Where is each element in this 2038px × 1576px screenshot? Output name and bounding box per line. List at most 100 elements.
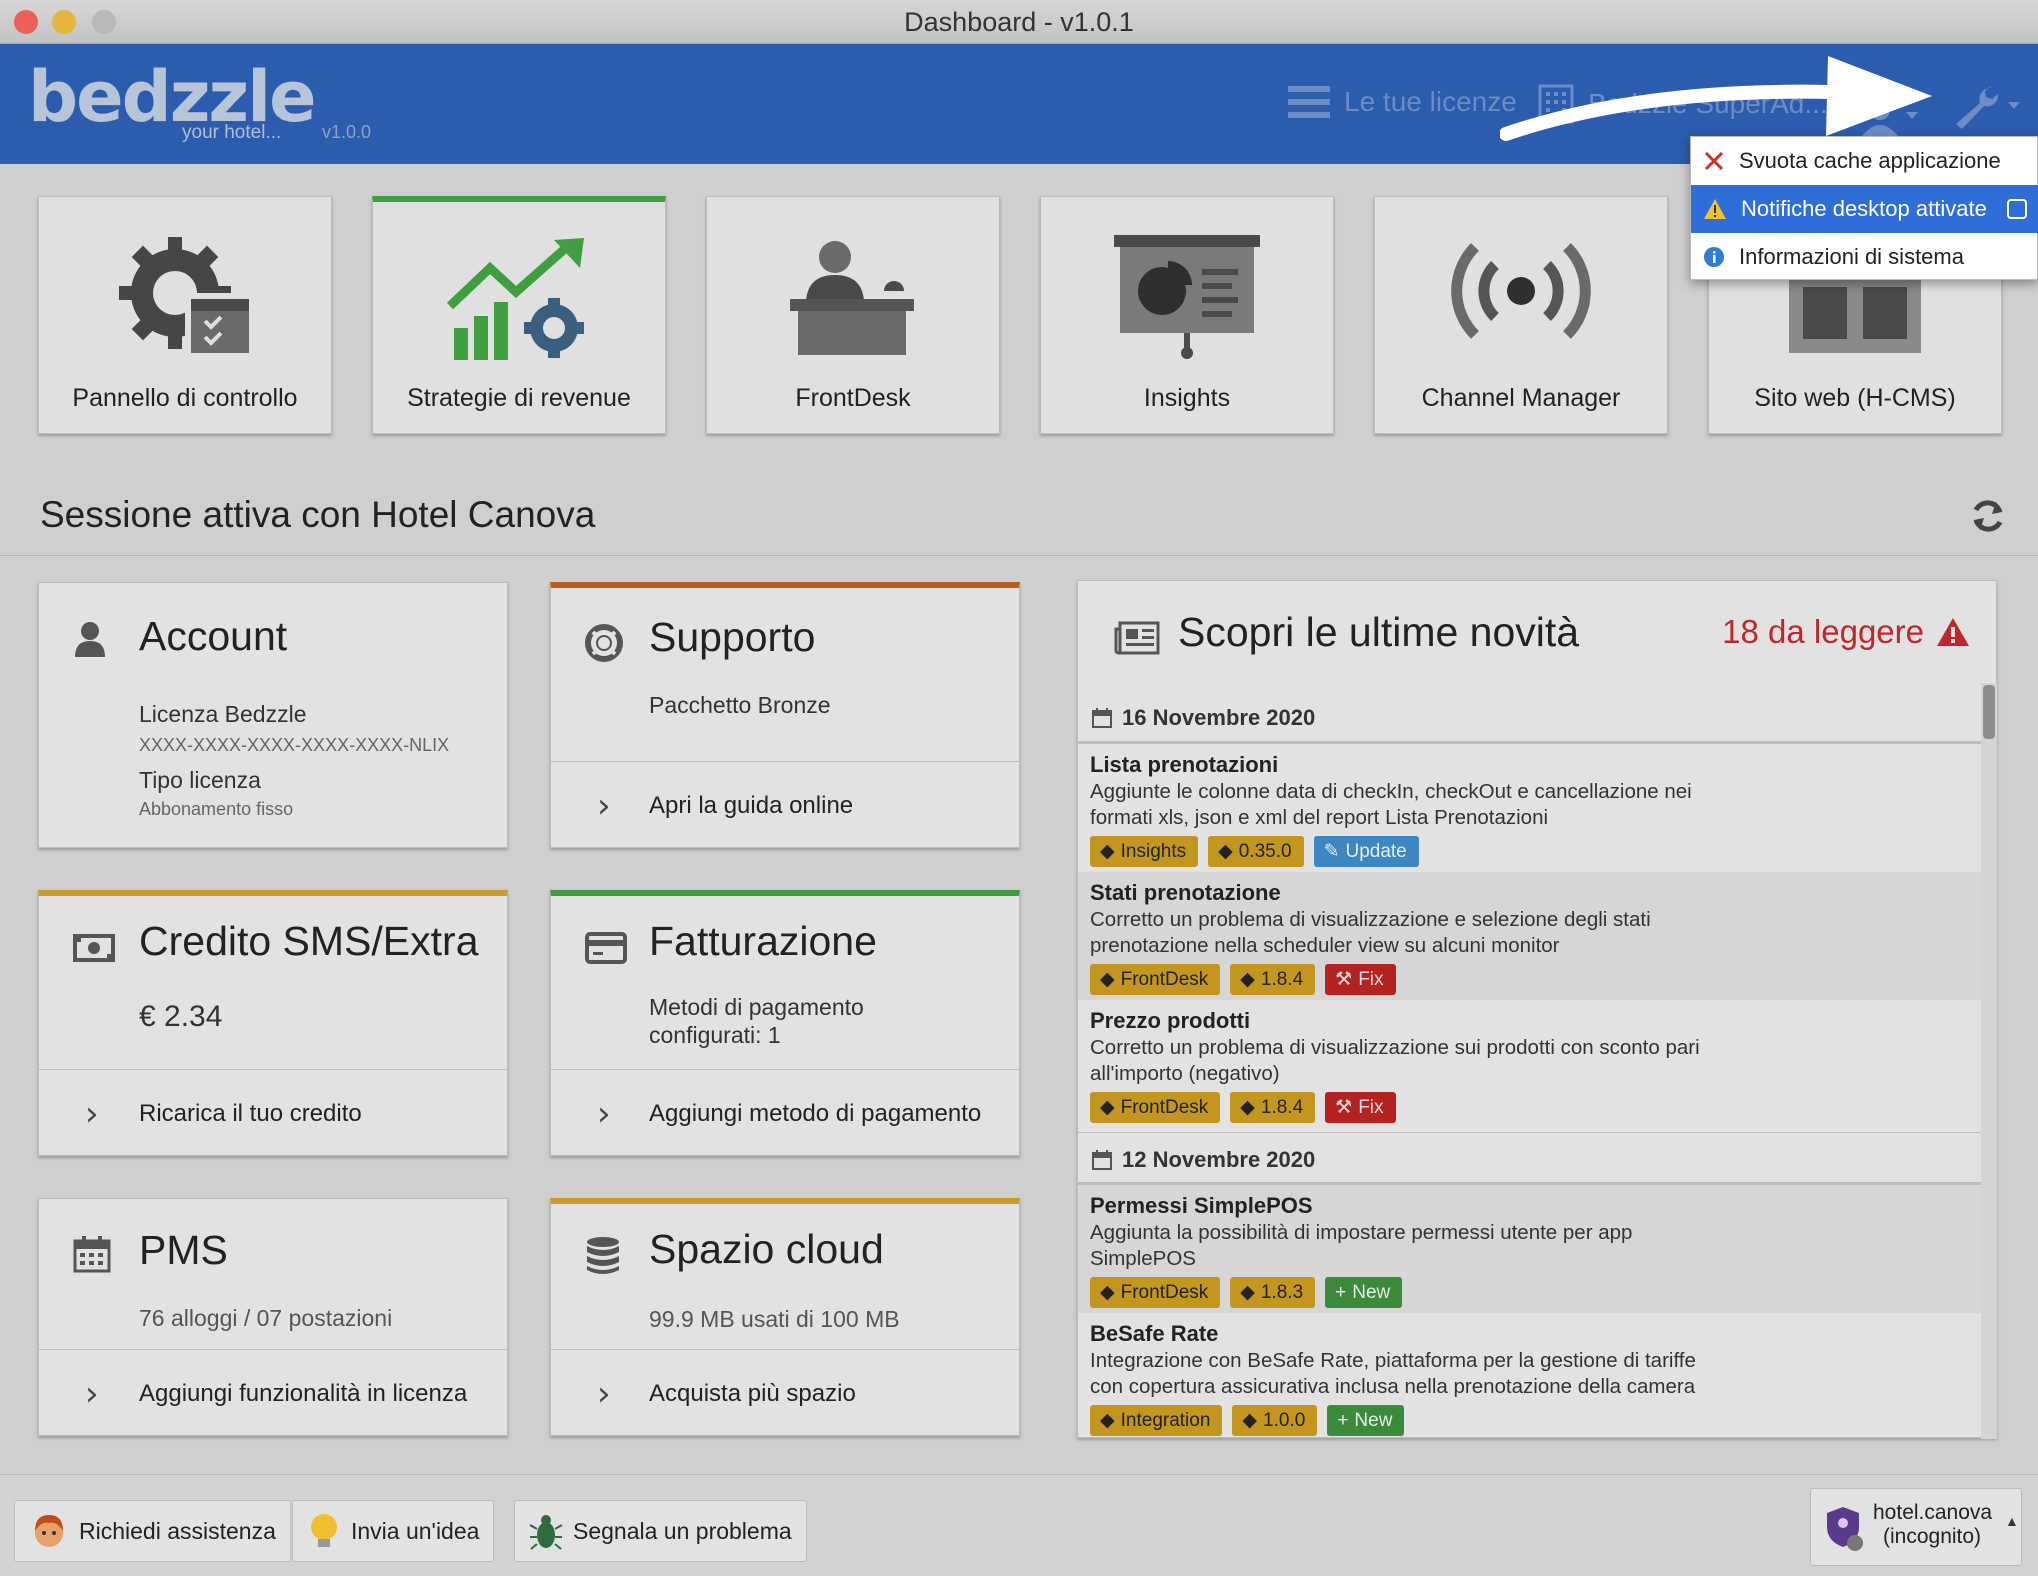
- news-scrollbar-thumb[interactable]: [1983, 685, 1995, 739]
- news-item[interactable]: Permessi SimplePOS Aggiunta la possibili…: [1078, 1185, 1981, 1313]
- user-session-button[interactable]: hotel.canova (incognito) ▲: [1810, 1488, 2022, 1566]
- news-scrollbar[interactable]: [1981, 683, 1997, 1439]
- news-item[interactable]: BeSafe Rate Integrazione con BeSafe Rate…: [1078, 1313, 1981, 1437]
- unread-counter: 18 da leggere: [1722, 613, 1970, 651]
- app-tile-label: Pannello di controllo: [72, 384, 298, 412]
- maximize-window-button[interactable]: [92, 10, 116, 34]
- plus-icon: +: [1337, 1410, 1349, 1431]
- user-icon: [73, 621, 107, 657]
- tag-icon: ◆: [1218, 841, 1233, 862]
- chevron-right-icon: ›: [597, 786, 611, 826]
- buy-more-space-link[interactable]: › Acquista più spazio: [551, 1349, 1019, 1435]
- send-idea-button[interactable]: Invia un'idea: [292, 1500, 495, 1562]
- recharge-credit-link[interactable]: › Ricarica il tuo credito: [39, 1069, 507, 1155]
- wrench-icon: ⚒: [1335, 1097, 1353, 1118]
- user-mode: (incognito): [1883, 1525, 1982, 1548]
- report-problem-button[interactable]: Segnala un problema: [514, 1500, 807, 1562]
- news-tag-version[interactable]: ◆ 1.8.4: [1230, 964, 1316, 995]
- wrench-icon[interactable]: [1950, 84, 2026, 130]
- support-package: Pacchetto Bronze: [649, 692, 831, 718]
- news-tag-version[interactable]: ◆ 1.0.0: [1232, 1405, 1318, 1436]
- chevron-right-icon: ›: [85, 1094, 99, 1134]
- annotation-arrow-icon: [1500, 52, 1940, 142]
- app-tile-pannello[interactable]: Pannello di controllo: [38, 196, 332, 434]
- news-tag-app[interactable]: ◆ Insights: [1090, 836, 1199, 867]
- news-tag-app[interactable]: ◆ Integration: [1090, 1405, 1223, 1436]
- support-agent-icon: [29, 1511, 69, 1551]
- pencil-icon: ✎: [1323, 841, 1340, 862]
- open-guide-label: Apri la guida online: [649, 792, 854, 819]
- news-item-desc: Aggiunta la possibilità di impostare per…: [1090, 1221, 1633, 1270]
- tag-icon: ◆: [1100, 1282, 1115, 1303]
- news-item-title: Stati prenotazione: [1090, 880, 1281, 905]
- tag-icon: ◆: [1100, 1097, 1115, 1118]
- system-info-menu-item[interactable]: Informazioni di sistema: [1691, 233, 2038, 281]
- news-item[interactable]: Prezzo prodotti Corretto un problema di …: [1078, 1000, 1981, 1128]
- news-item[interactable]: Stati prenotazione Corretto un problema …: [1078, 872, 1981, 1000]
- tag-icon: ◆: [1100, 841, 1115, 862]
- add-payment-method-link[interactable]: › Aggiungi metodo di pagamento: [551, 1069, 1019, 1155]
- clear-cache-menu-item[interactable]: Svuota cache applicazione: [1691, 137, 2038, 185]
- add-license-feature-link[interactable]: › Aggiungi funzionalità in licenza: [39, 1349, 507, 1435]
- app-tile-label: Insights: [1143, 384, 1231, 412]
- send-idea-label: Invia un'idea: [351, 1517, 480, 1544]
- card-title: Spazio cloud: [649, 1226, 884, 1272]
- news-date: 16 Novembre 2020: [1122, 705, 1316, 730]
- news-tag-type[interactable]: ✎ Update: [1313, 836, 1419, 867]
- news-tag-type[interactable]: + New: [1327, 1405, 1405, 1436]
- license-type-label: Tipo licenza: [139, 767, 261, 793]
- logo-tagline: your hotel...: [182, 122, 282, 143]
- close-window-button[interactable]: [14, 10, 38, 34]
- wrench-icon: ⚒: [1335, 969, 1353, 990]
- menu-icon: [1288, 84, 1330, 120]
- app-tile-revenue[interactable]: Strategie di revenue: [372, 196, 666, 434]
- desktop-notifications-menu-item[interactable]: Notifiche desktop attivate: [1691, 185, 2038, 233]
- sms-credit-amount: € 2.34: [139, 1000, 223, 1033]
- news-tag-version[interactable]: ◆ 0.35.0: [1208, 836, 1304, 867]
- request-assistance-button[interactable]: Richiedi assistenza: [14, 1500, 291, 1562]
- tag-icon: ◆: [1100, 1410, 1115, 1431]
- news-tag-app[interactable]: ◆ FrontDesk: [1090, 1092, 1221, 1123]
- lifebuoy-icon: [585, 624, 623, 662]
- news-tag-version[interactable]: ◆ 1.8.3: [1230, 1277, 1316, 1308]
- news-item[interactable]: Lista prenotazioni Aggiunte le colonne d…: [1078, 744, 1981, 872]
- refresh-icon[interactable]: [1970, 498, 2006, 534]
- notifications-checkbox[interactable]: [2007, 199, 2027, 219]
- news-tag-type[interactable]: ⚒ Fix: [1325, 964, 1396, 995]
- add-license-feature-label: Aggiungi funzionalità in licenza: [139, 1380, 468, 1407]
- open-guide-link[interactable]: › Apri la guida online: [551, 761, 1019, 847]
- revenue-chart-icon: [444, 236, 594, 366]
- news-tag-app[interactable]: ◆ FrontDesk: [1090, 1277, 1221, 1308]
- app-tile-label: Sito web (H-CMS): [1754, 384, 1956, 412]
- app-tile-frontdesk[interactable]: FrontDesk: [706, 196, 1000, 434]
- license-key: XXXX-XXXX-XXXX-XXXX-XXXX-NLIX: [139, 735, 450, 755]
- gear-calendar-icon: [115, 231, 255, 361]
- news-tag-type[interactable]: ⚒ Fix: [1325, 1092, 1396, 1123]
- news-item-title: Permessi SimplePOS: [1090, 1193, 1313, 1218]
- app-tile-channel-manager[interactable]: Channel Manager: [1374, 196, 1668, 434]
- news-item-title: Lista prenotazioni: [1090, 752, 1279, 777]
- app-tile-insights[interactable]: Insights: [1040, 196, 1334, 434]
- menu-item-label: Svuota cache applicazione: [1739, 148, 2001, 173]
- chevron-right-icon: ›: [597, 1374, 611, 1414]
- support-card: Supporto Pacchetto Bronze › Apri la guid…: [550, 582, 1020, 848]
- minimize-window-button[interactable]: [52, 10, 76, 34]
- news-tag-app[interactable]: ◆ FrontDesk: [1090, 964, 1221, 995]
- licenses-link[interactable]: Le tue licenze: [1288, 84, 1517, 120]
- news-tag-version[interactable]: ◆ 1.8.4: [1230, 1092, 1316, 1123]
- tag-icon: ◆: [1240, 969, 1255, 990]
- news-item-title: Prezzo prodotti: [1090, 1008, 1251, 1033]
- window-titlebar: Dashboard - v1.0.1: [0, 0, 2038, 44]
- newspaper-icon: [1114, 621, 1160, 655]
- info-icon: [1703, 246, 1725, 268]
- news-tag-type[interactable]: + New: [1325, 1277, 1403, 1308]
- news-date: 12 Novembre 2020: [1122, 1147, 1316, 1172]
- divider: [1078, 1132, 1981, 1133]
- payment-methods-line1: Metodi di pagamento: [649, 994, 864, 1020]
- payment-methods-line2: configurati: 1: [649, 1022, 781, 1048]
- cloud-storage-card: Spazio cloud 99.9 MB usati di 100 MB › A…: [550, 1198, 1020, 1436]
- news-item-desc: Integrazione con BeSafe Rate, piattaform…: [1090, 1349, 1696, 1398]
- account-card: Account Licenza Bedzzle XXXX-XXXX-XXXX-X…: [38, 582, 508, 848]
- divider: [0, 555, 2038, 556]
- tag-icon: ◆: [1240, 1097, 1255, 1118]
